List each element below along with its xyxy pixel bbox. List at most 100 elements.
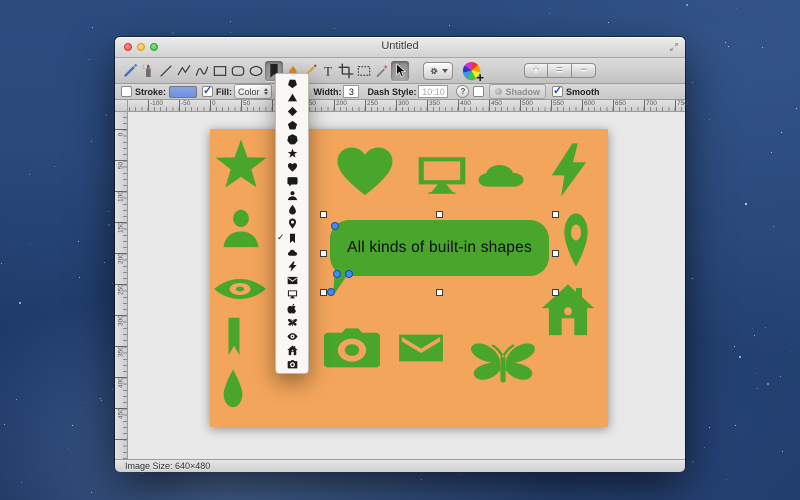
diamond-icon	[287, 106, 298, 117]
dash-style-input[interactable]	[418, 85, 448, 98]
ruler-tick-label: 500	[522, 100, 533, 107]
zoom-segmented-control: + = −	[524, 63, 596, 78]
shape-menu-item-rounded-pentagon[interactable]	[276, 76, 308, 90]
ruler-tick-label: 450	[118, 408, 125, 420]
ruler-tick-label: 600	[584, 100, 595, 107]
smooth-checkbox[interactable]	[552, 86, 563, 97]
window-titlebar[interactable]: Untitled	[115, 37, 685, 58]
apple-icon	[287, 303, 298, 314]
ruler-tick-label: -50	[181, 100, 190, 107]
shape-menu-item-bookmark[interactable]: ✓	[276, 231, 308, 245]
zoom-actual-button[interactable]: =	[548, 63, 572, 78]
rounded-rectangle-icon	[230, 63, 246, 79]
triangle-icon	[287, 92, 298, 103]
heart-shape[interactable]	[332, 141, 398, 203]
cursor-icon	[392, 63, 408, 79]
envelope-shape[interactable]	[396, 328, 446, 368]
selection-handle[interactable]	[320, 250, 327, 257]
ruler-tick-label: 550	[553, 100, 564, 107]
shape-menu-item-triangle[interactable]	[276, 90, 308, 104]
drop-shape[interactable]	[218, 367, 248, 409]
shape-menu-item-butterfly[interactable]	[276, 316, 308, 330]
selection-handle[interactable]	[320, 289, 327, 296]
tool-text[interactable]	[319, 61, 337, 81]
fill-checkbox[interactable]	[202, 86, 213, 97]
dash-style-label: Dash Style:	[367, 87, 416, 97]
drawing-canvas[interactable]: All kinds of built-in shapes	[210, 129, 608, 427]
tool-rounded-rectangle[interactable]	[229, 61, 247, 81]
shape-menu-item-heptagon[interactable]	[276, 132, 308, 146]
selection-handle[interactable]	[320, 211, 327, 218]
bookmark-icon	[287, 233, 298, 244]
speech-bubble-shape[interactable]: All kinds of built-in shapes	[330, 220, 549, 276]
shape-menu-item-star[interactable]	[276, 146, 308, 160]
crop-icon	[338, 63, 354, 79]
envelope-icon	[287, 275, 298, 286]
help-button[interactable]: ?	[456, 85, 469, 98]
butterfly-shape[interactable]	[464, 333, 542, 393]
shadow-icon	[495, 88, 502, 95]
tool-spray[interactable]	[139, 61, 157, 81]
spray-icon	[140, 63, 156, 79]
stroke-checkbox[interactable]	[121, 86, 132, 97]
selection-handle[interactable]	[436, 289, 443, 296]
person-icon	[287, 190, 298, 201]
ruler-corner	[115, 100, 128, 111]
shape-menu-item-apple[interactable]	[276, 302, 308, 316]
zoom-in-button[interactable]: +	[524, 63, 548, 78]
fill-label: Fill:	[216, 87, 232, 97]
shape-menu-item-heart[interactable]	[276, 161, 308, 175]
shadow-label: Shadow	[505, 87, 540, 97]
fullscreen-icon[interactable]	[668, 41, 680, 53]
shape-menu-item-pin[interactable]	[276, 217, 308, 231]
ruler-tick-label: 450	[491, 100, 502, 107]
tool-wand[interactable]	[373, 61, 391, 81]
tool-oval[interactable]	[247, 61, 265, 81]
shape-menu-item-lightning[interactable]	[276, 259, 308, 273]
chevron-down-icon	[442, 69, 448, 73]
shape-menu-item-drop[interactable]	[276, 203, 308, 217]
shape-menu-item-speech-bubble[interactable]	[276, 175, 308, 189]
shape-menu-item-camera[interactable]	[276, 358, 308, 372]
star-shape[interactable]	[212, 137, 270, 195]
width-input[interactable]	[343, 85, 359, 98]
desktop-background: Untitled + + = − Stroke: Fill:	[0, 0, 800, 500]
shape-menu-item-eye[interactable]	[276, 330, 308, 344]
house-shape[interactable]	[540, 282, 596, 340]
tool-cursor[interactable]	[391, 61, 409, 81]
camera-shape[interactable]	[320, 323, 384, 375]
selection-handle[interactable]	[436, 211, 443, 218]
horizontal-ruler: -100-50050100150200250300350400450500550…	[128, 100, 685, 111]
shape-menu-item-person[interactable]	[276, 189, 308, 203]
stroke-color-swatch[interactable]	[169, 86, 197, 98]
shape-menu-item-monitor[interactable]	[276, 287, 308, 301]
shape-menu-item-diamond[interactable]	[276, 104, 308, 118]
eye-shape[interactable]	[212, 273, 268, 305]
color-wheel-button[interactable]: +	[463, 62, 480, 79]
pin-shape[interactable]	[558, 211, 594, 269]
shape-menu-item-house[interactable]	[276, 344, 308, 358]
tool-rectangle[interactable]	[211, 61, 229, 81]
tool-line[interactable]	[157, 61, 175, 81]
shape-menu-item-pentagon[interactable]	[276, 118, 308, 132]
cloud-shape[interactable]	[474, 155, 528, 195]
tool-curve[interactable]	[193, 61, 211, 81]
monitor-shape[interactable]	[414, 151, 470, 201]
ruler-tick-label: 750	[677, 100, 688, 107]
speech-bubble-tail	[333, 269, 351, 296]
bookmark-shape[interactable]	[222, 315, 246, 359]
fill-mode-dropdown[interactable]: Color	[234, 84, 272, 99]
person-shape[interactable]	[220, 205, 262, 251]
tool-select[interactable]	[355, 61, 373, 81]
shape-menu-item-cloud[interactable]	[276, 245, 308, 259]
shadow-checkbox[interactable]	[473, 86, 484, 97]
tool-polyline[interactable]	[175, 61, 193, 81]
heptagon-icon	[287, 134, 298, 145]
shadow-button[interactable]: Shadow	[489, 84, 546, 99]
tool-pen[interactable]	[121, 61, 139, 81]
shape-menu-item-envelope[interactable]	[276, 273, 308, 287]
zoom-out-button[interactable]: −	[572, 63, 596, 78]
gear-menu-button[interactable]	[423, 62, 453, 80]
lightning-shape[interactable]	[546, 141, 592, 199]
tool-crop[interactable]	[337, 61, 355, 81]
